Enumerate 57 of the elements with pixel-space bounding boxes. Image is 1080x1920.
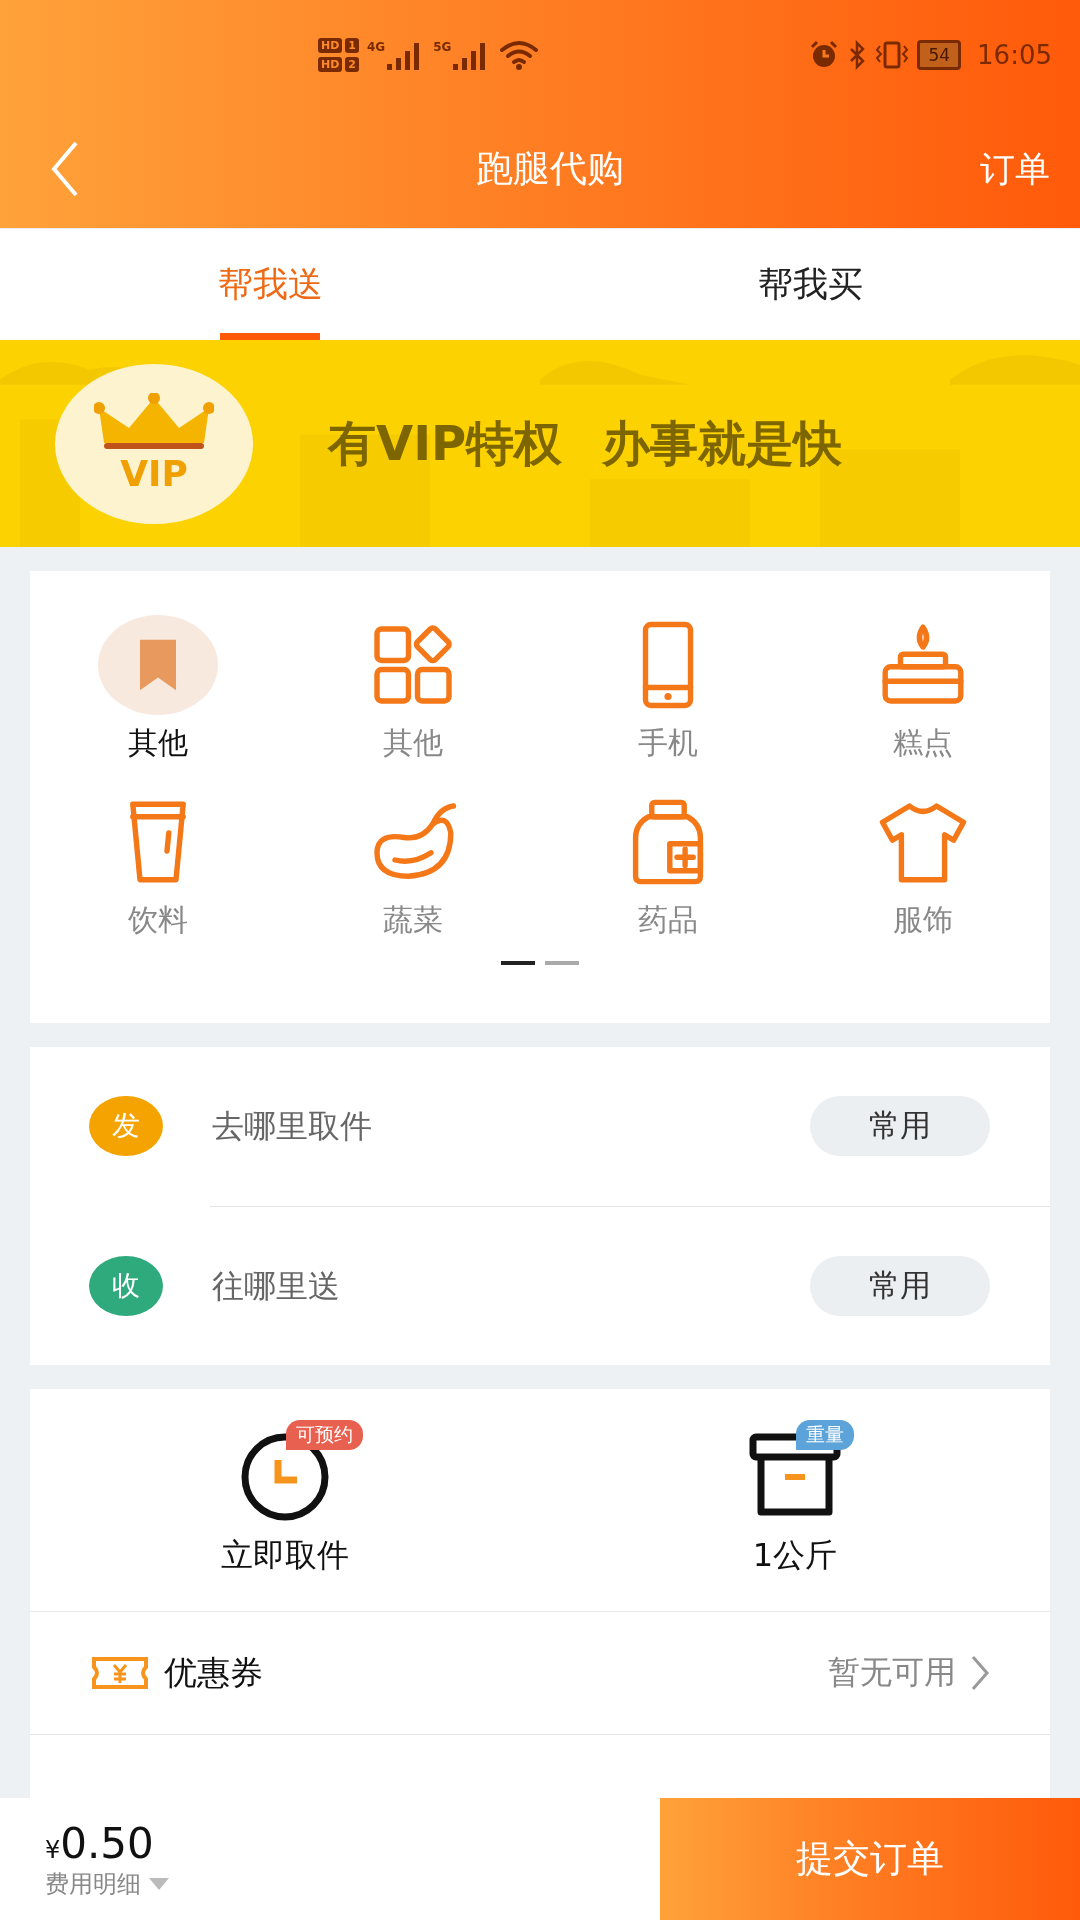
caret-down-icon: [147, 1875, 171, 1892]
category-item[interactable]: 其他: [285, 615, 540, 764]
clock-time: 16:05: [977, 40, 1052, 70]
option-label: 1公斤: [752, 1535, 838, 1576]
category-item[interactable]: 饮料: [30, 792, 285, 941]
setting-row[interactable]: 优惠券 暂无可用: [30, 1612, 1050, 1735]
option-item[interactable]: 可预约 立即取件: [30, 1389, 540, 1611]
address-tag: 收: [89, 1255, 163, 1316]
tab[interactable]: 帮我买: [540, 229, 1080, 340]
vibrate-icon: [875, 40, 910, 70]
address-field[interactable]: 往哪里送: [210, 1265, 763, 1306]
network-label: 5G: [433, 40, 452, 54]
back-button[interactable]: [50, 139, 80, 199]
fee-details-button[interactable]: 费用明细: [45, 1867, 660, 1900]
category-item[interactable]: 手机: [540, 615, 795, 764]
option-badge: 重量: [796, 1420, 854, 1450]
category-item[interactable]: 其他: [30, 615, 285, 764]
category-label: 手机: [637, 724, 698, 762]
sim-label: HD: [318, 38, 343, 53]
alarm-icon: [809, 40, 840, 70]
page-indicator[interactable]: [545, 961, 579, 965]
frequent-button[interactable]: 常用: [810, 1096, 990, 1157]
category-item[interactable]: 服饰: [795, 792, 1050, 941]
option-item[interactable]: 重量 1公斤: [540, 1389, 1050, 1611]
sim-slot: 1: [345, 38, 359, 53]
option-badge: 可预约: [286, 1420, 363, 1450]
category-label: 药品: [637, 901, 698, 939]
row-value: 暂无可用: [828, 1652, 956, 1693]
category-item[interactable]: 药品: [540, 792, 795, 941]
category-label: 其他: [127, 724, 188, 762]
submit-order-button[interactable]: 提交订单: [660, 1798, 1080, 1920]
sim-label: HD: [318, 57, 343, 72]
row-label: 优惠券: [164, 1651, 264, 1694]
wifi-icon: [499, 40, 540, 70]
option-label: 立即取件: [221, 1535, 349, 1576]
banner-slogan: 有VIP特权: [328, 413, 563, 473]
banner-slogan: 办事就是快: [602, 413, 843, 473]
battery-level: 54: [928, 45, 951, 65]
address-field[interactable]: 去哪里取件: [210, 1106, 763, 1147]
category-label: 服饰: [892, 901, 953, 939]
category-item[interactable]: 糕点: [795, 615, 1050, 764]
category-label: 蔬菜: [382, 901, 443, 939]
page-title: 跑腿代购: [475, 146, 625, 192]
vip-label: VIP: [120, 453, 188, 494]
frequent-button[interactable]: 常用: [810, 1255, 990, 1316]
orders-link[interactable]: 订单: [980, 145, 1050, 193]
tab[interactable]: 帮我送: [0, 229, 540, 340]
total-price: ¥0.50: [45, 1818, 155, 1868]
page-indicator[interactable]: [501, 961, 535, 965]
address-tag: 发: [89, 1096, 163, 1157]
category-label: 其他: [382, 724, 443, 762]
network-label: 4G: [367, 40, 386, 54]
category-label: 糕点: [892, 724, 953, 762]
category-label: 饮料: [127, 901, 188, 939]
sim-slot: 2: [345, 57, 359, 72]
category-item[interactable]: 蔬菜: [285, 792, 540, 941]
chevron-right-icon: [970, 1653, 990, 1693]
